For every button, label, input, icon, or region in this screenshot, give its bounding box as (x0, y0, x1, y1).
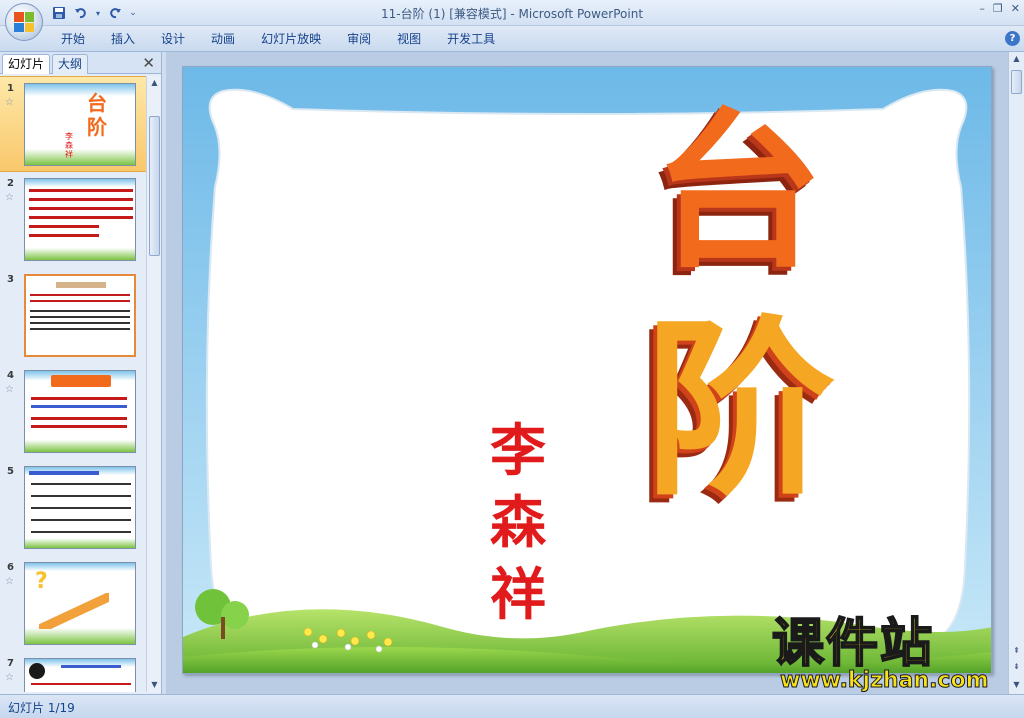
animation-star-icon: ☆ (5, 384, 14, 395)
slide-thumbnail-7[interactable]: 7 ☆ (0, 652, 146, 692)
animation-star-icon: ☆ (5, 672, 14, 683)
thumb-title: 台 (87, 91, 107, 115)
tab-outline[interactable]: 大纲 (52, 54, 89, 74)
thumbnail-image (24, 274, 136, 357)
watermark-brand: 课件站 (771, 614, 935, 674)
tab-developer[interactable]: 开发工具 (434, 31, 508, 47)
slide-editor: 台 阶 李 森 祥 (166, 52, 1008, 694)
slide-scrollbar[interactable]: ▲ ⇞ ⇟ ▼ (1008, 52, 1024, 694)
status-bar: 幻灯片 1/19 (0, 694, 1024, 718)
thumbnail-image: 台 阶 李森祥 (24, 83, 136, 166)
slide-number: 2 (7, 178, 14, 189)
thumbnail-image (24, 370, 136, 453)
window-controls: – ❐ ✕ (979, 2, 1020, 15)
tab-home[interactable]: 开始 (48, 31, 98, 47)
scrollbar-thumb[interactable] (1011, 70, 1022, 94)
help-button[interactable]: ? (1005, 31, 1020, 46)
close-button[interactable]: ✕ (1011, 2, 1020, 15)
slide-number: 5 (7, 466, 14, 477)
slide-thumbnail-2[interactable]: 2 ☆ (0, 172, 146, 268)
slide-number: 3 (7, 274, 14, 285)
animation-star-icon: ☆ (5, 576, 14, 587)
animation-star-icon: ☆ (5, 192, 14, 203)
scroll-down-icon[interactable]: ▼ (1010, 678, 1023, 692)
slide-counter: 幻灯片 1/19 (8, 701, 75, 715)
slide-number: 7 (7, 658, 14, 669)
watermark-url: www.kjzhan.com (780, 668, 990, 694)
thumbnail-image (24, 466, 136, 549)
slide-thumbnail-4[interactable]: 4 ☆ (0, 364, 146, 460)
tab-slides[interactable]: 幻灯片 (2, 54, 51, 74)
author-char-3: 祥 (490, 562, 546, 628)
scrollbar-thumb[interactable] (149, 116, 160, 256)
slide-author[interactable]: 李 森 祥 (483, 415, 553, 631)
slide-title-char-2[interactable]: 阶 (645, 305, 835, 515)
tab-design[interactable]: 设计 (148, 31, 198, 47)
thumbnail-image (24, 658, 136, 692)
pane-tabs: 幻灯片 大纲 ✕ (0, 52, 161, 74)
thumbnails-scrollbar[interactable]: ▲ ▼ (146, 76, 161, 692)
title-bar: ▾ ⌄ 11-台阶 (1) [兼容模式] - Microsoft PowerPo… (0, 0, 1024, 26)
restore-button[interactable]: ❐ (993, 2, 1003, 15)
current-slide[interactable]: 台 阶 李 森 祥 (182, 66, 992, 674)
slide-thumbnail-3[interactable]: 3 (0, 268, 146, 364)
tab-insert[interactable]: 插入 (98, 31, 148, 47)
minimize-button[interactable]: – (979, 2, 985, 15)
author-char-1: 李 (490, 418, 546, 484)
scroll-up-icon[interactable]: ▲ (1010, 52, 1023, 66)
thumbnail-image: ? (24, 562, 136, 645)
slide-background (183, 67, 991, 673)
scroll-down-icon[interactable]: ▼ (148, 678, 161, 692)
slide-thumbnail-1[interactable]: 1 ☆ 台 阶 李森祥 (0, 76, 146, 172)
animation-star-icon: ☆ (5, 97, 14, 108)
previous-slide-icon[interactable]: ⇞ (1010, 644, 1023, 658)
office-logo-icon (14, 12, 34, 32)
office-button[interactable] (5, 3, 43, 41)
tab-view[interactable]: 视图 (384, 31, 434, 47)
slide-title-char-1[interactable]: 台 (653, 97, 823, 287)
slide-number: 1 (7, 83, 14, 94)
pane-close-button[interactable]: ✕ (142, 54, 155, 72)
tab-animations[interactable]: 动画 (198, 31, 248, 47)
ribbon: 开始 插入 设计 动画 幻灯片放映 审阅 视图 开发工具 ? (0, 26, 1024, 52)
thumb-author: 李森祥 (65, 132, 73, 159)
tab-review[interactable]: 审阅 (334, 31, 384, 47)
author-char-2: 森 (490, 490, 546, 556)
next-slide-icon[interactable]: ⇟ (1010, 660, 1023, 674)
slides-pane: 幻灯片 大纲 ✕ 1 ☆ 台 阶 李森祥 2 ☆ 3 4 ☆ 5 6 ☆ ? 7… (0, 52, 162, 694)
ribbon-tabs: 开始 插入 设计 动画 幻灯片放映 审阅 视图 开发工具 (48, 31, 508, 47)
thumbnail-list: 1 ☆ 台 阶 李森祥 2 ☆ 3 4 ☆ 5 6 ☆ ? 7 ☆ (0, 76, 146, 692)
tab-slideshow[interactable]: 幻灯片放映 (248, 31, 334, 47)
slide-number: 6 (7, 562, 14, 573)
slide-number: 4 (7, 370, 14, 381)
thumb-title-2: 阶 (87, 115, 107, 139)
slide-thumbnail-5[interactable]: 5 (0, 460, 146, 556)
window-title: 11-台阶 (1) [兼容模式] - Microsoft PowerPoint (380, 7, 644, 21)
slide-thumbnail-6[interactable]: 6 ☆ ? (0, 556, 146, 652)
thumbnail-image (24, 178, 136, 261)
scroll-up-icon[interactable]: ▲ (148, 76, 161, 90)
